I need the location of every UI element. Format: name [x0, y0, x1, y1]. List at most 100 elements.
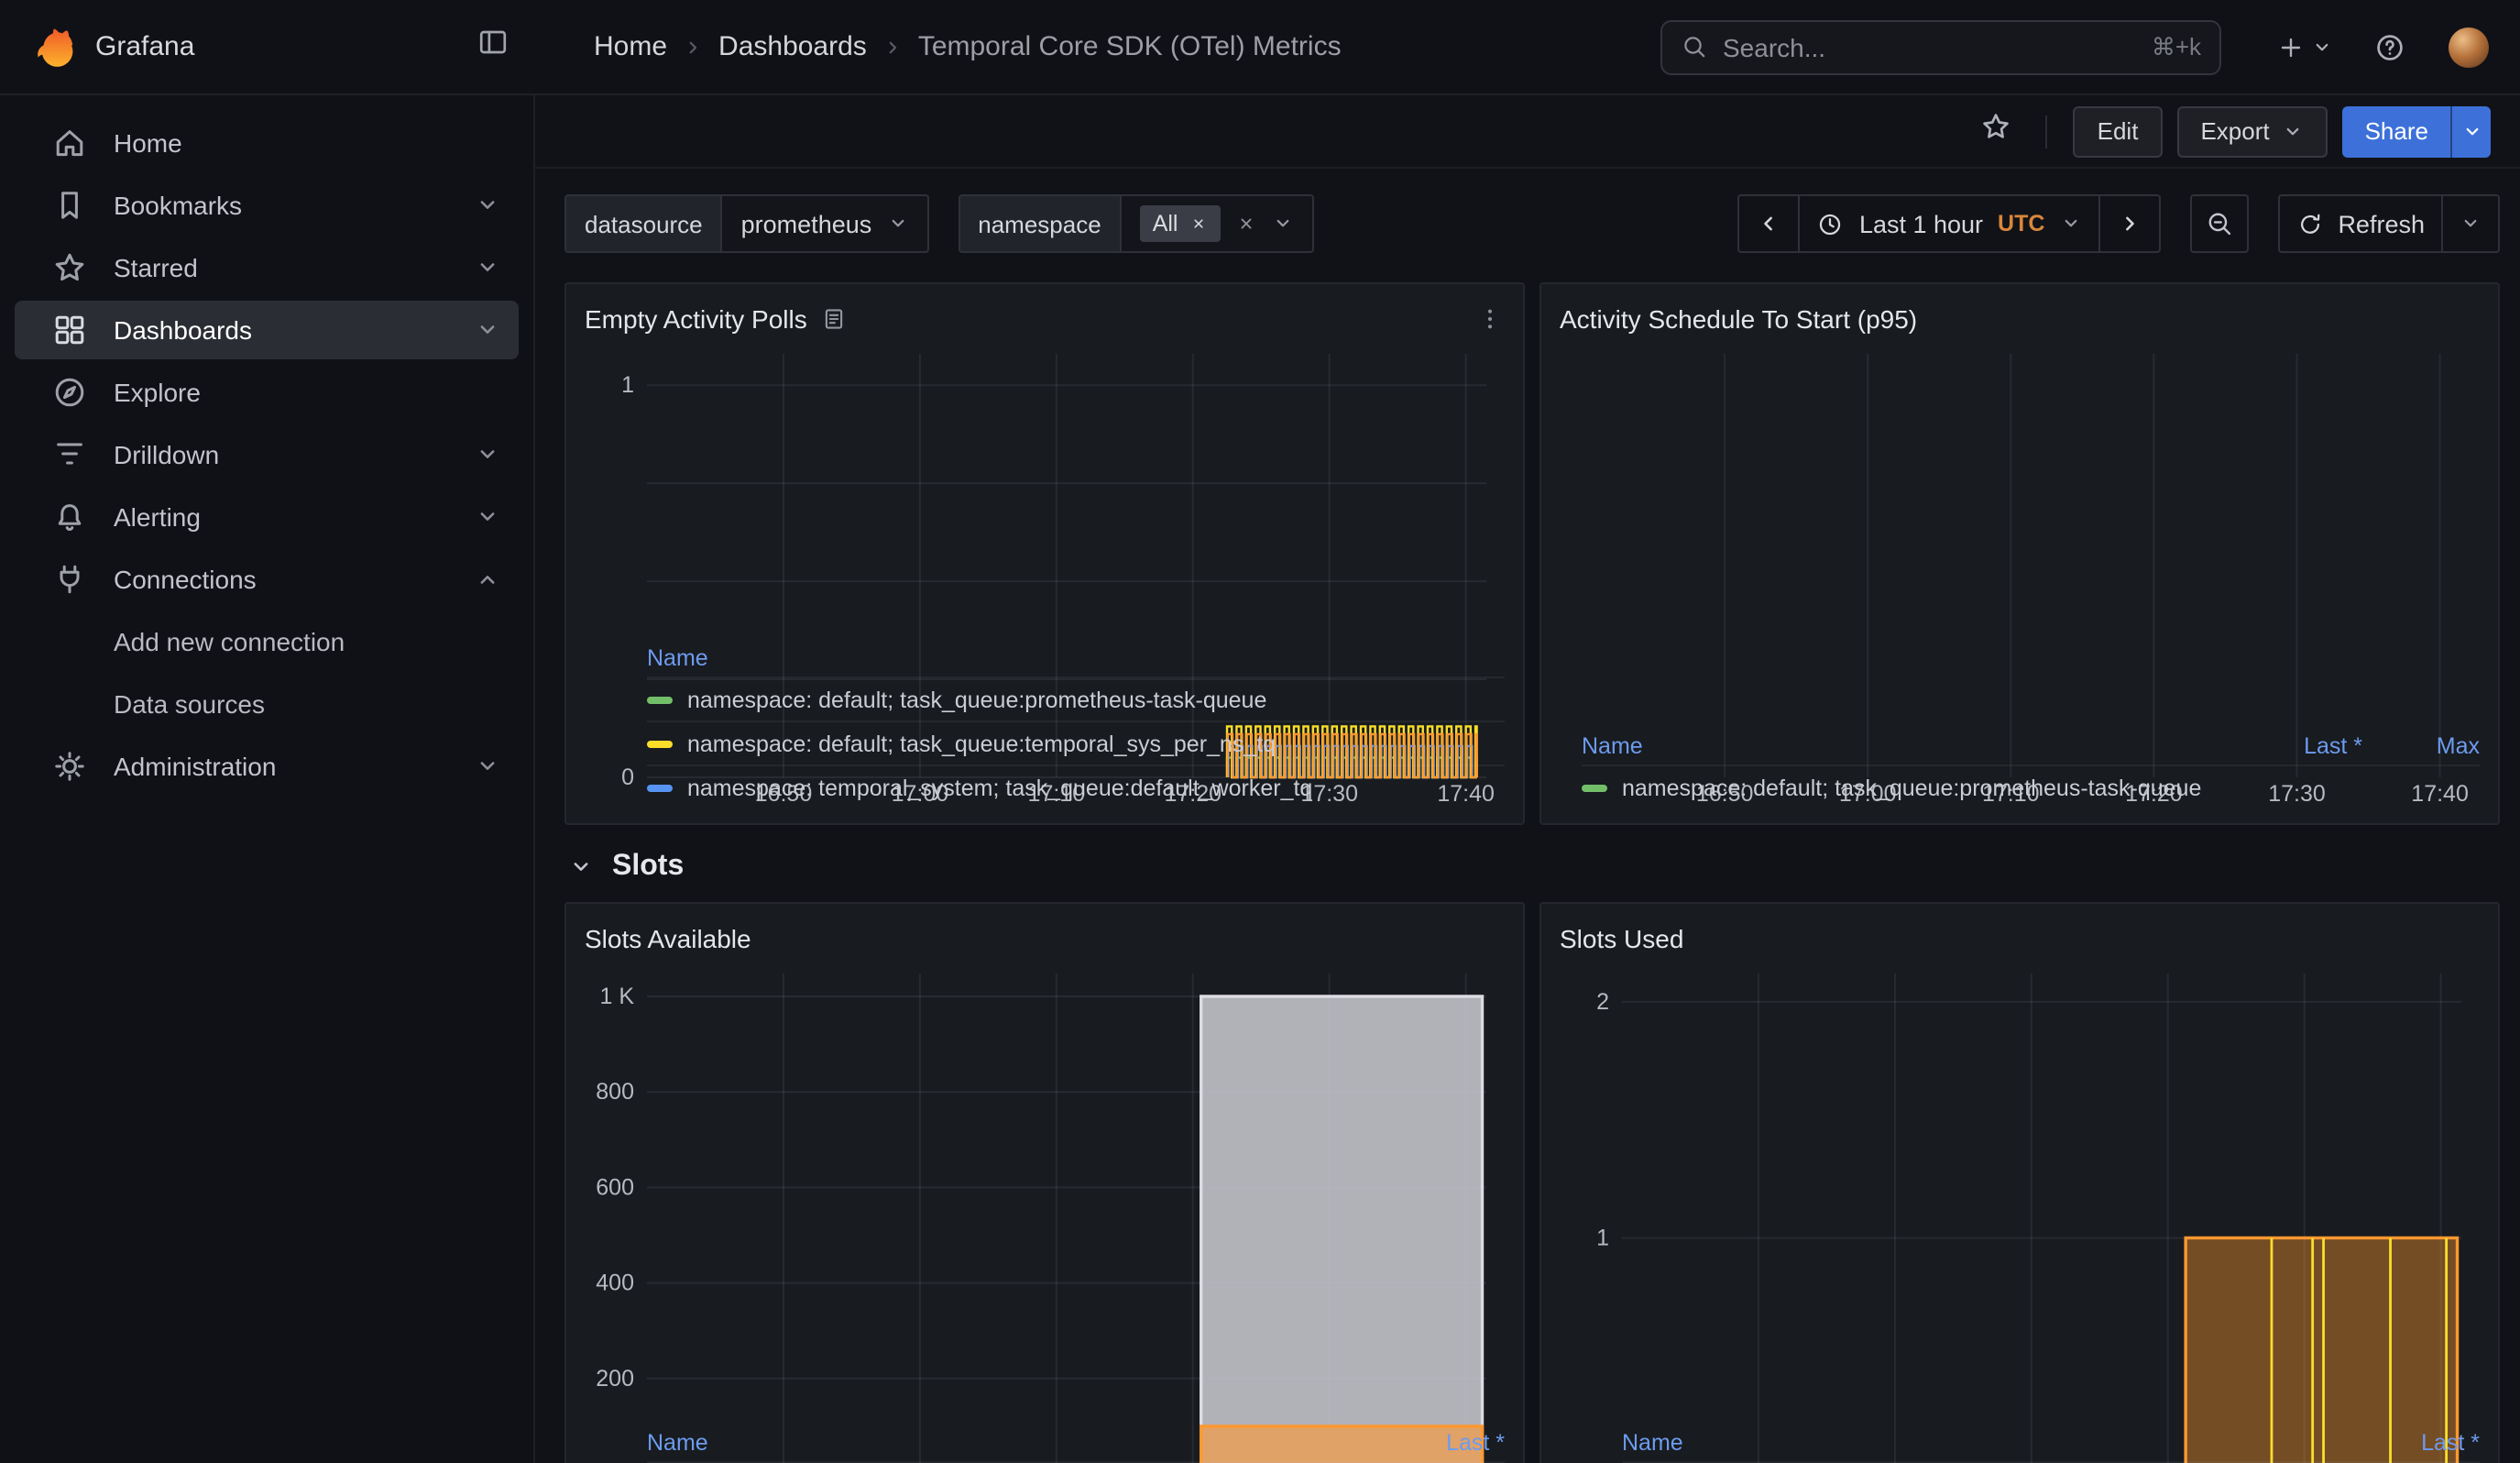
panel-slots-available: Slots Available 16:5017:0017:1017:2017:30…: [564, 902, 1525, 1463]
legend-row[interactable]: namespace: default; task_queue:prometheu…: [647, 676, 1505, 720]
panel-title[interactable]: Slots Used: [1560, 924, 1683, 953]
chevron-up-icon: [475, 566, 500, 592]
chevron-down-icon: [475, 442, 500, 468]
sidebar-item-starred[interactable]: Starred: [15, 238, 519, 297]
panel-slots-used: Slots Used 16:5017:0017:1017:2017:3017:40…: [1539, 902, 2500, 1463]
time-forward-button[interactable]: [2098, 194, 2160, 253]
search-input[interactable]: Search... ⌘+k: [1660, 19, 2221, 74]
legend-column-header[interactable]: Last *: [2256, 733, 2362, 759]
panel-description-icon[interactable]: [822, 306, 848, 332]
dock-sidebar-button[interactable]: [477, 26, 509, 68]
add-new-button[interactable]: [2276, 32, 2333, 61]
time-back-button[interactable]: [1738, 194, 1801, 253]
panel-row-1: Empty Activity Polls 16:5017:0017:1017:20…: [564, 282, 2500, 825]
variable-datasource: datasource prometheus: [564, 194, 928, 253]
sidebar-item-home[interactable]: Home: [15, 114, 519, 172]
panel-header[interactable]: Slots Available: [585, 915, 1505, 962]
namespace-select[interactable]: All: [1122, 194, 1314, 253]
export-button-label: Export: [2200, 117, 2269, 145]
breadcrumb-home[interactable]: Home: [594, 31, 667, 62]
namespace-chip[interactable]: All: [1140, 205, 1221, 242]
legend-row[interactable]: namespace: default; task_queue:prometheu…: [1582, 764, 2480, 808]
edit-button[interactable]: Edit: [2074, 105, 2163, 157]
toolbar-divider: [2046, 115, 2048, 148]
clock-icon: [1817, 210, 1845, 237]
panel-title[interactable]: Empty Activity Polls: [585, 304, 807, 334]
grafana-logo-icon[interactable]: [29, 23, 77, 71]
share-button[interactable]: Share: [2343, 105, 2450, 157]
legend-header: Name Last *: [647, 1424, 1505, 1461]
sidebar-item-bookmarks[interactable]: Bookmarks: [15, 176, 519, 235]
share-menu-button[interactable]: [2450, 105, 2491, 157]
legend-row[interactable]: namespace: default; task_queue:temporal_…: [647, 720, 1505, 764]
plus-icon: [2276, 32, 2306, 61]
panel-title[interactable]: Slots Available: [585, 924, 751, 953]
sidebar-item-drilldown[interactable]: Drilldown: [15, 425, 519, 484]
time-series-chart-activity-schedule-to-start-p95[interactable]: 16:5017:0017:1017:2017:3017:40: [1560, 343, 2480, 728]
dashboard-canvas: Empty Activity Polls 16:5017:0017:1017:20…: [535, 253, 2520, 1463]
sidebar-item-administration[interactable]: Administration: [15, 737, 519, 796]
chevron-down-icon: [2460, 213, 2482, 235]
apps-icon: [51, 312, 88, 348]
sidebar-item-alerting[interactable]: Alerting: [15, 488, 519, 546]
panel-header[interactable]: Empty Activity Polls: [585, 295, 1505, 343]
y-tick-label: 200: [596, 1366, 634, 1392]
timezone-label: UTC: [1998, 211, 2044, 236]
help-button[interactable]: [2373, 30, 2406, 63]
time-range-button[interactable]: Last 1 hour UTC: [1799, 194, 2100, 253]
datasource-select[interactable]: prometheus: [723, 194, 929, 253]
chevron-down-icon: [568, 854, 594, 880]
export-button[interactable]: Export: [2176, 105, 2328, 157]
legend-column-header[interactable]: Max: [2373, 733, 2480, 759]
legend-column-header[interactable]: Last *: [1398, 1430, 1505, 1456]
legend-header: Name Last * Max: [1582, 728, 2480, 764]
breadcrumb-dashboards[interactable]: Dashboards: [718, 31, 867, 62]
legend-column-header[interactable]: Name: [647, 645, 1505, 671]
variable-namespace: namespace All: [958, 194, 1313, 253]
y-tick-label: 0: [621, 764, 634, 790]
panel-header[interactable]: Slots Used: [1560, 915, 2480, 962]
time-series-chart-slots-used[interactable]: 16:5017:0017:1017:2017:3017:40012: [1560, 962, 2480, 1424]
legend-series-name: namespace: default; task_queue:prometheu…: [1622, 775, 2245, 800]
sidebar-item-explore[interactable]: Explore: [15, 363, 519, 422]
legend-column-header[interactable]: Last *: [2373, 1430, 2480, 1456]
y-tick-label: 600: [596, 1174, 634, 1200]
chevron-down-icon: [475, 754, 500, 779]
legend-row[interactable]: namespace: temporal_system; task_queue:d…: [647, 764, 1505, 808]
panel-title[interactable]: Activity Schedule To Start (p95): [1560, 304, 1917, 334]
brand-area: Grafana: [0, 23, 535, 71]
legend-column-header[interactable]: Name: [1582, 733, 2245, 759]
sidebar-item-add-new-connection[interactable]: Add new connection: [15, 612, 519, 671]
sidebar-item-label: Starred: [114, 253, 198, 282]
chevron-down-icon: [2460, 120, 2482, 142]
chevron-down-icon: [2059, 213, 2081, 235]
clear-all-icon[interactable]: [1235, 213, 1257, 235]
dashboard-controls: datasource prometheus namespace All: [535, 169, 2520, 253]
remove-filter-icon[interactable]: [1189, 214, 1208, 233]
star-dashboard-button[interactable]: [1973, 103, 2021, 160]
zoom-out-button[interactable]: [2189, 194, 2248, 253]
section-slots[interactable]: Slots: [568, 851, 2500, 884]
panel-activity-schedule-to-start-p95: Activity Schedule To Start (p95) 16:5017:…: [1539, 282, 2500, 825]
series-color-dash: [647, 784, 673, 791]
refresh-interval-button[interactable]: [2441, 194, 2500, 253]
y-tick-label: 1: [1596, 1225, 1609, 1250]
sidebar-item-connections[interactable]: Connections: [15, 550, 519, 609]
sidebar-item-data-sources[interactable]: Data sources: [15, 675, 519, 733]
sidebar-item-label: Data sources: [114, 689, 265, 719]
sidebar-item-dashboards[interactable]: Dashboards: [15, 301, 519, 359]
chevron-down-icon: [475, 192, 500, 218]
legend-column-header[interactable]: Name: [1622, 1430, 2362, 1456]
time-series-chart-slots-available[interactable]: 16:5017:0017:1017:2017:3017:400200400600…: [585, 962, 1505, 1424]
time-range-controls: Last 1 hour UTC: [1738, 194, 2161, 253]
legend-column-header[interactable]: Name: [647, 1430, 1387, 1456]
plug-icon: [51, 561, 88, 598]
refresh-button[interactable]: Refresh: [2277, 194, 2443, 253]
panel-header[interactable]: Activity Schedule To Start (p95): [1560, 295, 2480, 343]
edit-button-label: Edit: [2098, 117, 2139, 145]
time-series-chart-empty-activity-polls[interactable]: 16:5017:0017:1017:2017:3017:4001: [585, 343, 1505, 640]
top-header: Grafana Home Dashboards Temporal Core SD…: [0, 0, 2520, 95]
user-avatar[interactable]: [2447, 25, 2491, 69]
search-placeholder: Search...: [1723, 32, 1825, 61]
panel-menu-icon[interactable]: [1475, 304, 1505, 334]
